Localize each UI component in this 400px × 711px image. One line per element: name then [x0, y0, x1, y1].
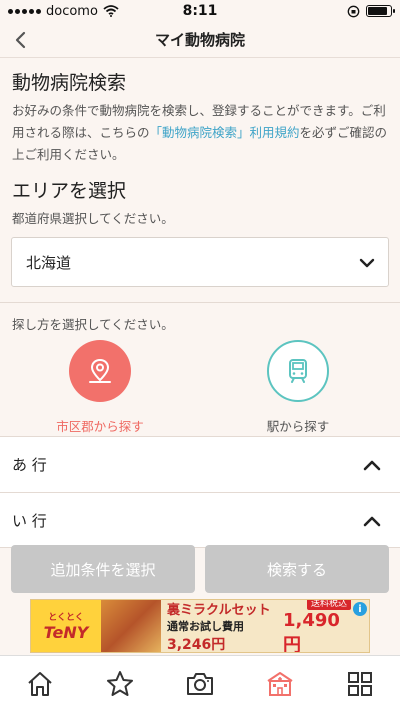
chevron-up-icon	[363, 516, 381, 527]
row-label: あ 行	[12, 456, 47, 474]
ad-headline: 裏ミラクルセット	[167, 602, 271, 618]
tab-bar	[0, 655, 400, 711]
chevron-down-icon	[359, 258, 375, 268]
search-description: お好みの条件で動物病院を検索し、登録することができます。ご利用される際は、こちら…	[12, 100, 390, 166]
ad-brand-small: とくとく	[48, 613, 84, 623]
chevron-left-icon	[15, 31, 26, 49]
additional-conditions-button[interactable]: 追加条件を選択	[11, 545, 195, 593]
grid-icon	[348, 671, 372, 696]
divider	[0, 302, 400, 303]
map-pin-icon	[89, 358, 111, 383]
list-item[interactable]: い 行	[0, 492, 400, 548]
ad-brand: TeNY	[43, 623, 89, 642]
terms-link[interactable]: 「動物病院検索」利用規約	[150, 125, 300, 140]
signal-icon	[8, 8, 41, 14]
status-bar: docomo 8:11	[0, 0, 400, 22]
area-title: エリアを選択	[12, 180, 127, 202]
search-by-station-option[interactable]: 駅から探す	[228, 340, 368, 435]
status-time: 8:11	[182, 3, 218, 19]
wifi-icon	[103, 5, 119, 17]
method-instruction: 探し方を選択してください。	[12, 317, 174, 332]
orientation-lock-icon	[347, 5, 360, 17]
row-label: い 行	[12, 511, 47, 530]
tab-hospital[interactable]	[250, 656, 310, 711]
station-option-label: 駅から探す	[266, 419, 330, 434]
main-content: 動物病院検索 お好みの条件で動物病院を検索し、登録することができます。ご利用され…	[0, 58, 400, 655]
city-option-label: 市区郡から探す	[56, 419, 144, 434]
search-title: 動物病院検索	[12, 72, 127, 94]
star-icon	[107, 670, 133, 696]
home-icon	[28, 671, 52, 696]
battery-icon	[366, 5, 395, 17]
search-by-city-option[interactable]: 市区郡から探す	[30, 340, 170, 435]
hospital-icon	[267, 671, 293, 696]
ad-price: 1,490円	[283, 610, 340, 653]
city-option-circle	[69, 340, 131, 402]
camera-icon	[187, 672, 213, 695]
ad-tag: 送料税込	[306, 600, 351, 610]
station-option-circle	[267, 340, 329, 402]
list-item[interactable]: あ 行	[0, 436, 400, 492]
tab-camera[interactable]	[170, 656, 230, 711]
info-icon[interactable]: i	[353, 602, 367, 616]
tab-favorites[interactable]	[90, 656, 150, 711]
battery-level	[368, 7, 387, 15]
search-button[interactable]: 検索する	[205, 545, 389, 593]
prefecture-select[interactable]: 北海道	[11, 237, 389, 287]
carrier-name: docomo	[46, 3, 98, 19]
tab-menu[interactable]	[330, 656, 390, 711]
back-button[interactable]	[6, 26, 34, 54]
nav-bar: マイ動物病院	[0, 22, 400, 58]
ad-food-image	[101, 600, 161, 652]
ad-subtext: 通常お試し費用3,246円	[167, 619, 244, 653]
chevron-up-icon	[363, 460, 381, 471]
prefecture-value: 北海道	[26, 253, 72, 272]
area-instruction: 都道府県選択してください。	[12, 211, 174, 226]
train-icon	[289, 359, 307, 383]
page-title: マイ動物病院	[154, 31, 245, 49]
tab-home[interactable]	[10, 656, 70, 711]
ad-brand-logo: とくとく TeNY	[31, 600, 101, 652]
ad-banner[interactable]: とくとく TeNY 裏ミラクルセット 通常お試し費用3,246円 送料税込 1,…	[30, 599, 370, 653]
